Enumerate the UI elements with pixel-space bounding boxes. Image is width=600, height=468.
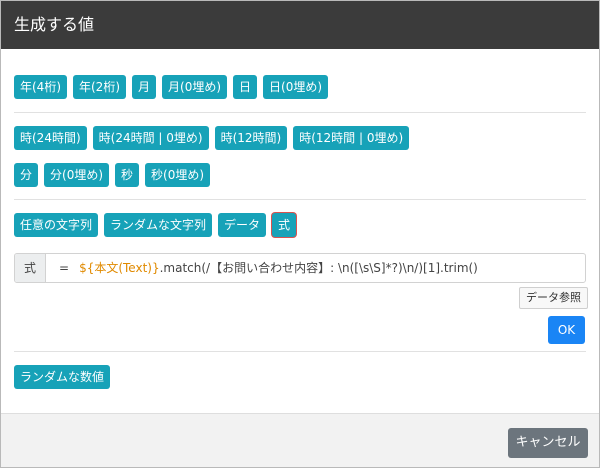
divider xyxy=(14,199,586,200)
hour-12-zero-pad-button[interactable]: 時(12時間 | 0埋め) xyxy=(293,126,410,150)
hour-24-zero-pad-button[interactable]: 時(24時間 | 0埋め) xyxy=(92,126,209,150)
month-button[interactable]: 月 xyxy=(132,75,157,99)
formula-field-token: ${本文(Text)} xyxy=(79,261,160,275)
random-string-button[interactable]: ランダムな文字列 xyxy=(104,213,213,237)
dialog-header: 生成する値 xyxy=(1,1,599,49)
arbitrary-string-button[interactable]: 任意の文字列 xyxy=(14,213,99,237)
dialog-footer: キャンセル xyxy=(1,413,599,467)
second-zero-pad-button[interactable]: 秒(0埋め) xyxy=(145,163,211,187)
minute-button[interactable]: 分 xyxy=(14,163,39,187)
hour-24-button[interactable]: 時(24時間) xyxy=(14,126,87,150)
formula-button[interactable]: 式 xyxy=(272,213,297,237)
value-type-button-row: 任意の文字列 ランダムな文字列 データ 式 xyxy=(14,213,297,237)
ok-button[interactable]: OK xyxy=(548,316,585,344)
data-reference-button[interactable]: データ参照 xyxy=(519,287,588,309)
hour-12-button[interactable]: 時(12時間) xyxy=(214,126,288,150)
formula-equals: = xyxy=(59,261,70,275)
minute-second-button-row: 分 分(0埋め) 秒 秒(0埋め) xyxy=(14,163,211,187)
formula-expression-rest: .match(/【お問い合わせ内容】: \n([\s\S]*?)\n/)[1].… xyxy=(159,261,478,275)
formula-input[interactable]: 式 = ${本文(Text)}.match(/【お問い合わせ内容】: \n([\s… xyxy=(14,253,586,283)
random-number-button-row: ランダムな数値 xyxy=(14,365,111,389)
day-button[interactable]: 日 xyxy=(233,75,258,99)
second-button[interactable]: 秒 xyxy=(115,163,140,187)
year-4digit-button[interactable]: 年(4桁) xyxy=(14,75,67,99)
generate-value-dialog: 生成する値 年(4桁) 年(2桁) 月 月(0埋め) 日 日(0埋め) 時(24… xyxy=(0,0,600,468)
formula-label: 式 xyxy=(15,254,46,282)
cancel-button[interactable]: キャンセル xyxy=(508,428,588,458)
divider xyxy=(14,351,586,352)
data-button[interactable]: データ xyxy=(218,213,267,237)
month-zero-pad-button[interactable]: 月(0埋め) xyxy=(162,75,228,99)
date-button-row: 年(4桁) 年(2桁) 月 月(0埋め) 日 日(0埋め) xyxy=(14,75,329,99)
day-zero-pad-button[interactable]: 日(0埋め) xyxy=(263,75,329,99)
minute-zero-pad-button[interactable]: 分(0埋め) xyxy=(44,163,110,187)
formula-expression[interactable]: = ${本文(Text)}.match(/【お問い合わせ内容】: \n([\s\S… xyxy=(59,254,478,282)
divider xyxy=(14,112,586,113)
random-number-button[interactable]: ランダムな数値 xyxy=(14,365,111,389)
dialog-body: 年(4桁) 年(2桁) 月 月(0埋め) 日 日(0埋め) 時(24時間) 時(… xyxy=(1,49,599,413)
year-2digit-button[interactable]: 年(2桁) xyxy=(73,75,126,99)
dialog-title: 生成する値 xyxy=(14,15,95,34)
hour-button-row: 時(24時間) 時(24時間 | 0埋め) 時(12時間) 時(12時間 | 0… xyxy=(14,126,410,150)
